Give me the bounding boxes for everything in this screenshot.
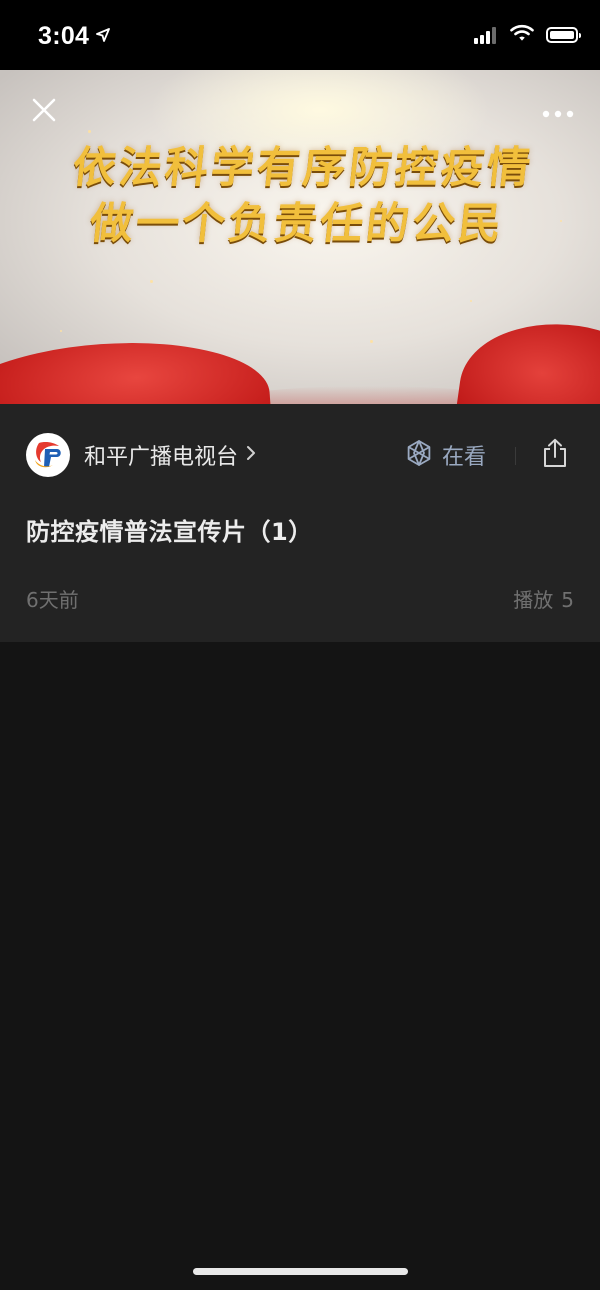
- watching-button[interactable]: 在看: [404, 434, 486, 476]
- action-divider: [515, 447, 516, 465]
- battery-icon: [546, 27, 581, 43]
- video-overlay-line-1: 依法科学有序防控疫情: [70, 143, 536, 193]
- play-count: 播放 5: [513, 584, 574, 613]
- posted-time: 6天前: [26, 588, 79, 612]
- avatar: [26, 433, 70, 477]
- account-link[interactable]: 和平广播电视台: [26, 432, 256, 478]
- location-arrow-icon: [96, 27, 111, 46]
- watching-flower-icon: [404, 438, 434, 472]
- status-indicators: [474, 24, 581, 46]
- video-info-panel: 和平广播电视台 在看 防控疫情普法宣传片（1） 6天前 播放 5: [0, 404, 600, 642]
- more-options-button[interactable]: [536, 90, 580, 134]
- video-overlay-line-2: 做一个负责任的公民: [87, 199, 507, 249]
- account-name: 和平广播电视台: [84, 445, 239, 470]
- play-count-label: 播放: [513, 588, 554, 612]
- more-horizontal-icon: [542, 103, 574, 122]
- home-indicator[interactable]: [193, 1268, 408, 1275]
- play-count-value: 5: [561, 588, 574, 612]
- chevron-right-icon: [246, 445, 256, 465]
- status-time: 3:04: [38, 21, 90, 50]
- video-player[interactable]: 依法科学有序防控疫情 做一个负责任的公民: [0, 70, 600, 404]
- wifi-icon: [510, 24, 534, 46]
- status-bar: 3:04: [0, 0, 600, 70]
- status-time-group: 3:04: [38, 20, 111, 52]
- close-button[interactable]: [22, 90, 66, 134]
- channel-logo-icon: [35, 442, 61, 468]
- share-icon: [541, 438, 569, 472]
- watching-label: 在看: [442, 445, 487, 470]
- close-icon: [32, 98, 56, 126]
- share-button[interactable]: [535, 434, 575, 476]
- cellular-signal-icon: [474, 26, 498, 44]
- video-title: 防控疫情普法宣传片（1）: [26, 518, 313, 546]
- video-red-flag-left: [0, 332, 274, 404]
- video-overlay-text: 依法科学有序防控疫情 做一个负责任的公民: [0, 140, 600, 252]
- video-red-flag-right: [451, 310, 600, 404]
